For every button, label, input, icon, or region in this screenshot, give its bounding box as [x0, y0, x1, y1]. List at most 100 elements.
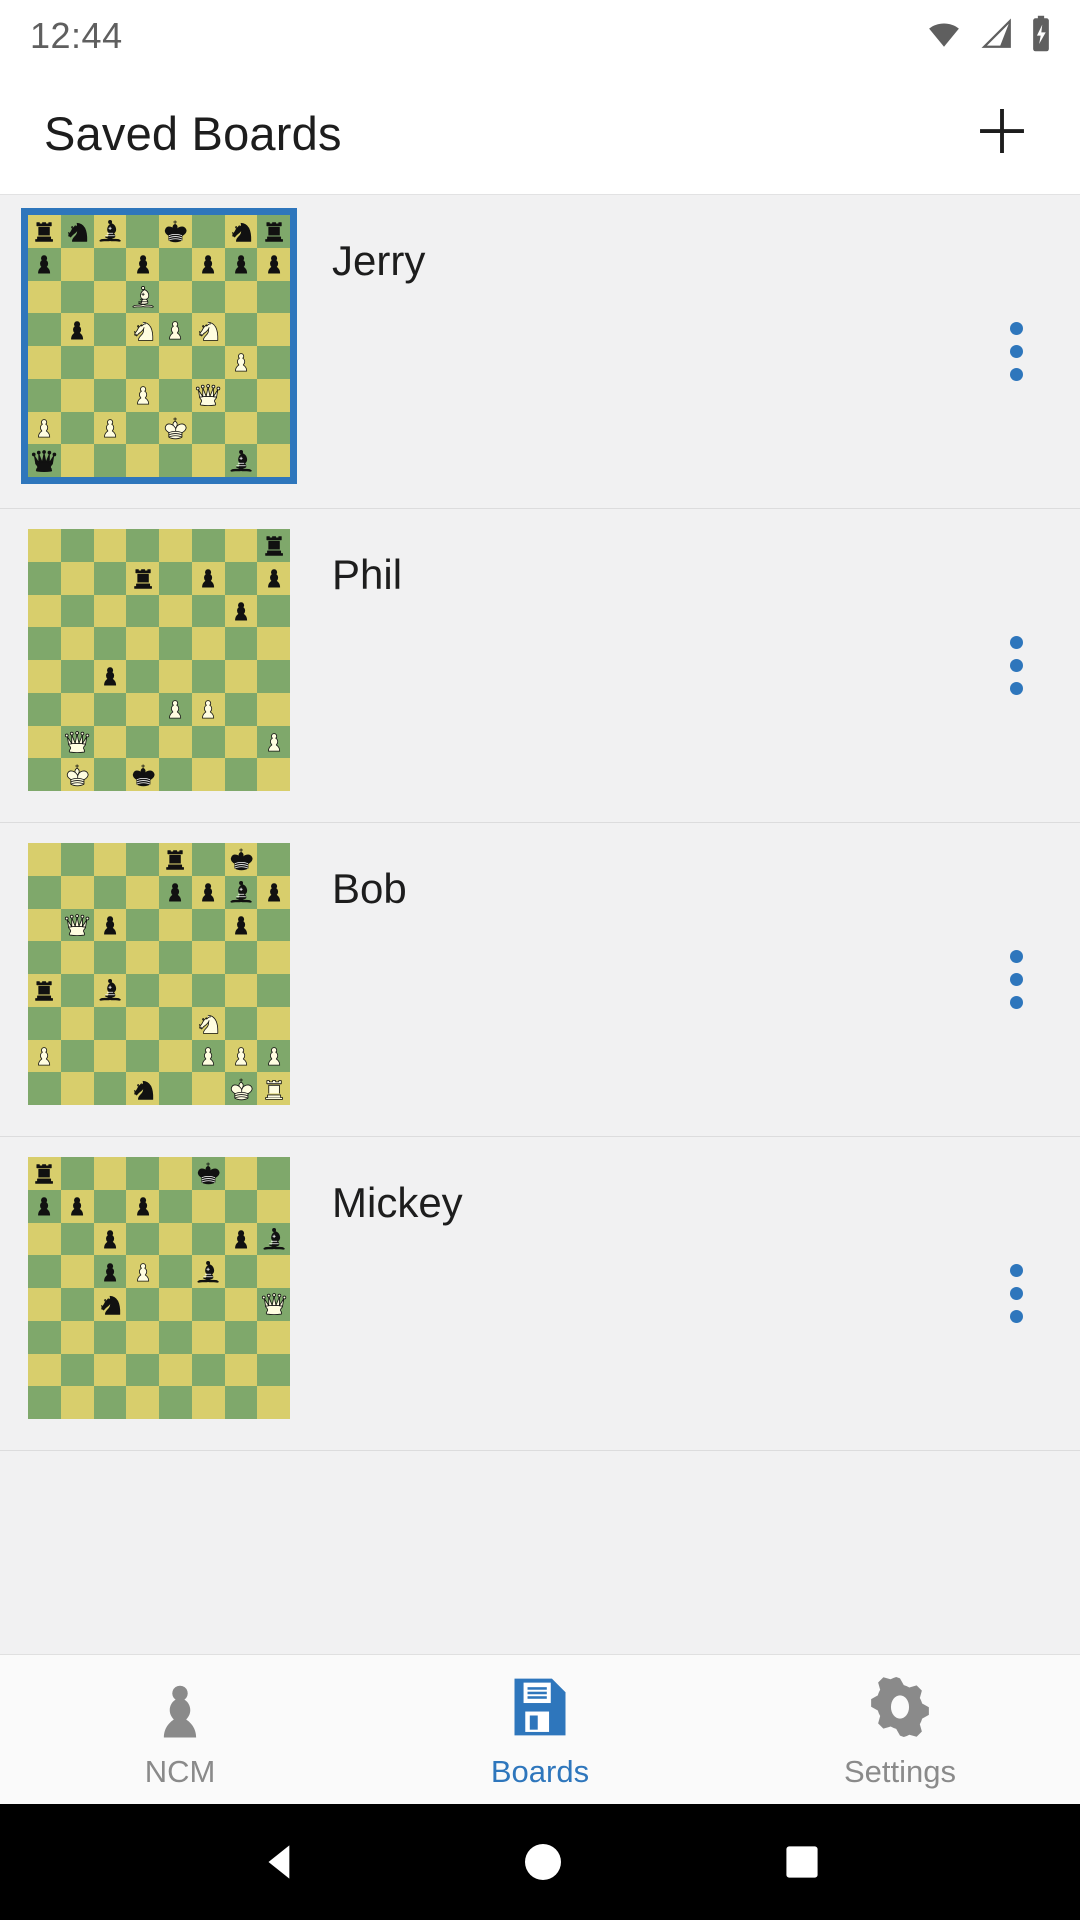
board-square[interactable] [224, 758, 258, 791]
board-square[interactable] [28, 1006, 61, 1040]
system-back-button[interactable] [256, 1837, 306, 1887]
board-square[interactable] [126, 660, 159, 693]
board-square[interactable] [159, 346, 192, 379]
board-square[interactable] [28, 594, 61, 628]
board-square[interactable] [191, 444, 225, 477]
board-square[interactable] [257, 1288, 290, 1321]
board-square[interactable] [60, 1039, 94, 1073]
board-square[interactable] [60, 247, 94, 281]
board-square[interactable] [159, 908, 192, 942]
board-square[interactable] [126, 1006, 159, 1040]
board-square[interactable] [257, 444, 290, 477]
board-square[interactable] [28, 660, 61, 693]
board-square[interactable] [257, 1039, 290, 1073]
board-square[interactable] [28, 1288, 61, 1321]
board-square[interactable] [257, 1222, 290, 1256]
board-square[interactable] [257, 411, 290, 445]
board-square[interactable] [159, 1288, 192, 1321]
board-square[interactable] [224, 247, 258, 281]
board-square[interactable] [93, 908, 127, 942]
board-square[interactable] [224, 941, 258, 974]
board-square[interactable] [191, 908, 225, 942]
chess-board[interactable] [28, 1157, 290, 1419]
board-square[interactable] [159, 1222, 192, 1256]
board-square[interactable] [93, 941, 127, 974]
board-square[interactable] [159, 444, 192, 477]
board-square[interactable] [28, 908, 61, 942]
board-square[interactable] [126, 941, 159, 974]
board-square[interactable] [93, 974, 127, 1007]
board-square[interactable] [191, 660, 225, 693]
chess-board[interactable] [21, 208, 297, 484]
board-square[interactable] [93, 875, 127, 909]
board-square[interactable] [126, 378, 159, 412]
board-square[interactable] [224, 1189, 258, 1223]
board-square[interactable] [28, 1189, 61, 1223]
bottom-nav-item-ncm[interactable]: NCM [0, 1670, 360, 1790]
board-square[interactable] [126, 725, 159, 759]
board-square[interactable] [257, 974, 290, 1007]
board-square[interactable] [126, 1157, 159, 1190]
board-square[interactable] [224, 692, 258, 726]
board-square[interactable] [191, 1386, 225, 1419]
board-square[interactable] [224, 313, 258, 346]
board-square[interactable] [126, 875, 159, 909]
board-square[interactable] [28, 444, 61, 477]
board-square[interactable] [28, 1157, 61, 1190]
board-square[interactable] [93, 1157, 127, 1190]
board-square[interactable] [28, 725, 61, 759]
board-square[interactable] [224, 875, 258, 909]
board-square[interactable] [159, 280, 192, 314]
board-square[interactable] [126, 1072, 159, 1105]
board-square[interactable] [224, 1072, 258, 1105]
board-overflow-menu-button[interactable] [986, 312, 1046, 392]
board-square[interactable] [257, 1320, 290, 1354]
chess-board[interactable] [28, 843, 290, 1105]
board-square[interactable] [93, 758, 127, 791]
board-square[interactable] [126, 215, 159, 248]
board-square[interactable] [224, 660, 258, 693]
board-square[interactable] [93, 1189, 127, 1223]
board-square[interactable] [93, 313, 127, 346]
board-square[interactable] [159, 529, 192, 562]
board-square[interactable] [60, 280, 94, 314]
board-square[interactable] [191, 280, 225, 314]
board-square[interactable] [159, 561, 192, 595]
board-square[interactable] [60, 875, 94, 909]
board-square[interactable] [93, 1039, 127, 1073]
board-square[interactable] [191, 247, 225, 281]
board-square[interactable] [159, 411, 192, 445]
board-square[interactable] [257, 758, 290, 791]
saved-board-row[interactable]: Bob [0, 823, 1080, 1137]
board-square[interactable] [224, 1157, 258, 1190]
board-square[interactable] [126, 529, 159, 562]
board-square[interactable] [224, 594, 258, 628]
board-square[interactable] [28, 1222, 61, 1256]
board-square[interactable] [93, 725, 127, 759]
saved-board-row[interactable]: Jerry [0, 195, 1080, 509]
board-square[interactable] [257, 660, 290, 693]
board-square[interactable] [159, 1320, 192, 1354]
board-square[interactable] [159, 247, 192, 281]
board-square[interactable] [257, 529, 290, 562]
board-square[interactable] [191, 974, 225, 1007]
board-square[interactable] [224, 346, 258, 379]
board-square[interactable] [224, 1320, 258, 1354]
board-square[interactable] [224, 908, 258, 942]
board-square[interactable] [93, 692, 127, 726]
board-square[interactable] [191, 1006, 225, 1040]
board-square[interactable] [257, 247, 290, 281]
board-square[interactable] [224, 627, 258, 660]
board-square[interactable] [126, 1386, 159, 1419]
board-square[interactable] [224, 974, 258, 1007]
board-square[interactable] [159, 1039, 192, 1073]
board-square[interactable] [93, 1320, 127, 1354]
board-square[interactable] [159, 215, 192, 248]
board-thumbnail[interactable] [28, 529, 290, 791]
bottom-nav-item-settings[interactable]: Settings [720, 1670, 1080, 1790]
board-square[interactable] [28, 313, 61, 346]
board-overflow-menu-button[interactable] [986, 626, 1046, 706]
board-square[interactable] [28, 529, 61, 562]
board-square[interactable] [257, 843, 290, 876]
board-square[interactable] [126, 627, 159, 660]
